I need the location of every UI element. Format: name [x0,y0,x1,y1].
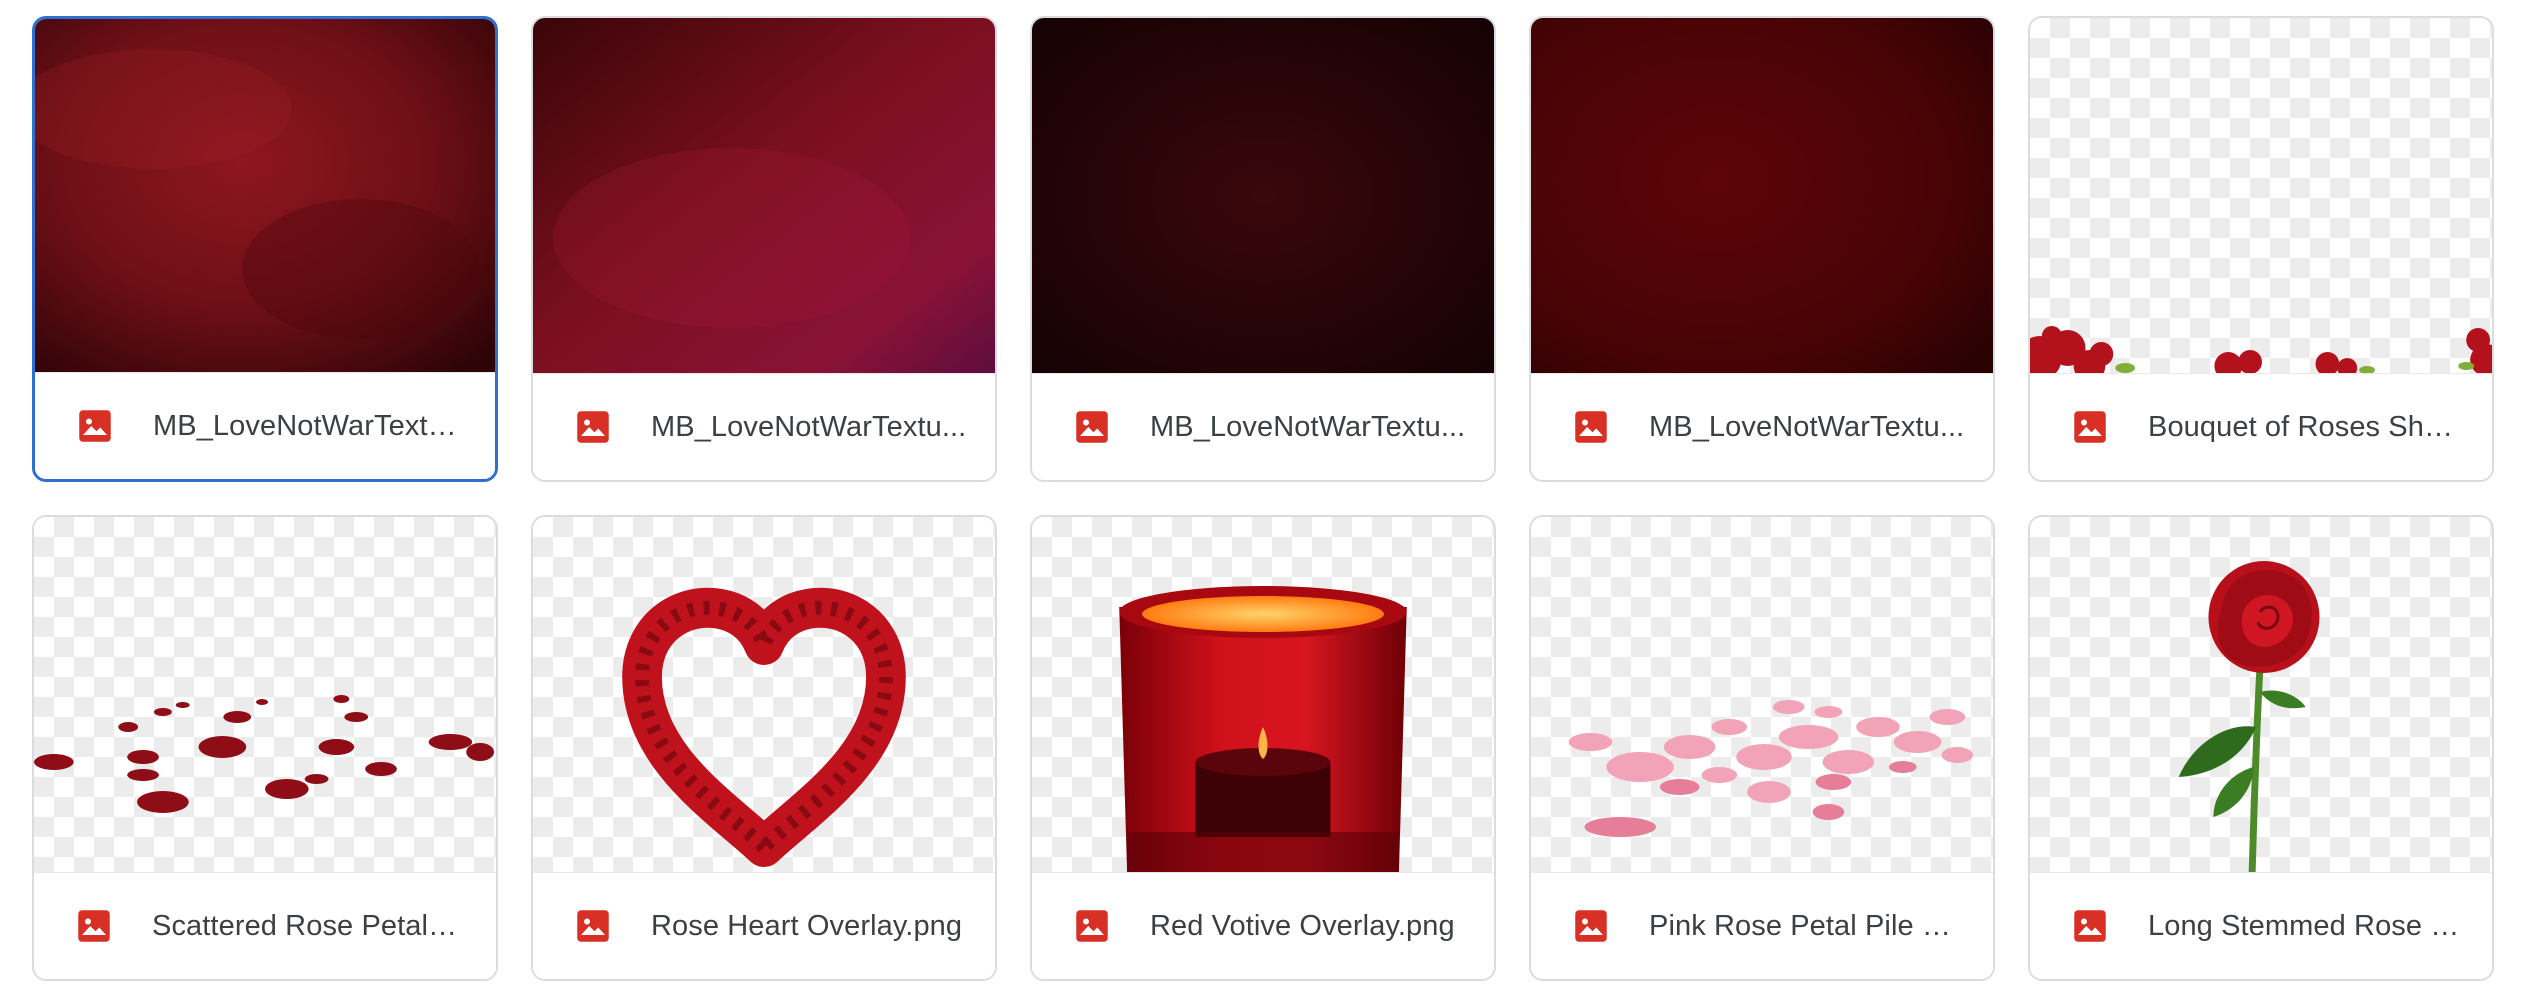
file-card[interactable]: MB_LoveNotWarTextu... [32,16,498,482]
file-name: Scattered Rose Petals ... [152,909,468,942]
image-file-icon [1575,910,1607,942]
file-card[interactable]: Scattered Rose Petals ... [32,515,498,981]
file-thumbnail [2030,517,2492,875]
file-caption: Scattered Rose Petals ... [34,872,496,979]
file-caption: Bouquet of Roses Sho... [2030,373,2492,480]
image-file-icon [79,410,111,442]
file-card[interactable]: Red Votive Overlay.png [1030,515,1496,981]
file-thumbnail [1032,18,1494,376]
file-card[interactable]: Long Stemmed Rose O... [2028,515,2494,981]
file-name: Pink Rose Petal Pile O... [1649,909,1965,942]
file-name: MB_LoveNotWarTextu... [651,410,967,443]
image-file-icon [2074,910,2106,942]
file-card[interactable]: Bouquet of Roses Sho... [2028,16,2494,482]
file-thumbnail [533,18,995,376]
file-name: Red Votive Overlay.png [1150,909,1455,942]
file-caption: Red Votive Overlay.png [1032,872,1494,979]
image-file-icon [1076,411,1108,443]
file-name: Rose Heart Overlay.png [651,909,963,942]
file-caption: MB_LoveNotWarTextu... [1032,373,1494,480]
file-name: Long Stemmed Rose O... [2148,909,2464,942]
file-caption: MB_LoveNotWarTextu... [533,373,995,480]
file-name: Bouquet of Roses Sho... [2148,410,2464,443]
image-file-icon [1076,910,1108,942]
file-card[interactable]: MB_LoveNotWarTextu... [1529,16,1995,482]
file-thumbnail [1531,517,1993,875]
file-caption: MB_LoveNotWarTextu... [1531,373,1993,480]
image-file-icon [2074,411,2106,443]
file-name: MB_LoveNotWarTextu... [1649,410,1965,443]
file-caption: Long Stemmed Rose O... [2030,872,2492,979]
file-card[interactable]: Pink Rose Petal Pile O... [1529,515,1995,981]
file-thumbnail [34,517,496,875]
file-thumbnail [533,517,995,875]
file-name: MB_LoveNotWarTextu... [1150,410,1466,443]
file-caption: Pink Rose Petal Pile O... [1531,872,1993,979]
file-caption: Rose Heart Overlay.png [533,872,995,979]
image-file-icon [577,910,609,942]
file-thumbnail [2030,18,2492,376]
file-name: MB_LoveNotWarTextu... [153,409,467,442]
file-caption: MB_LoveNotWarTextu... [35,372,495,479]
file-thumbnail [1032,517,1494,875]
image-file-icon [577,411,609,443]
file-thumbnail [35,19,495,377]
image-file-icon [78,910,110,942]
file-thumbnail [1531,18,1993,376]
file-card[interactable]: MB_LoveNotWarTextu... [531,16,997,482]
image-file-icon [1575,411,1607,443]
file-card[interactable]: Rose Heart Overlay.png [531,515,997,981]
file-card[interactable]: MB_LoveNotWarTextu... [1030,16,1496,482]
file-grid: MB_LoveNotWarTextu... MB_LoveNotWarTextu… [32,16,2494,981]
